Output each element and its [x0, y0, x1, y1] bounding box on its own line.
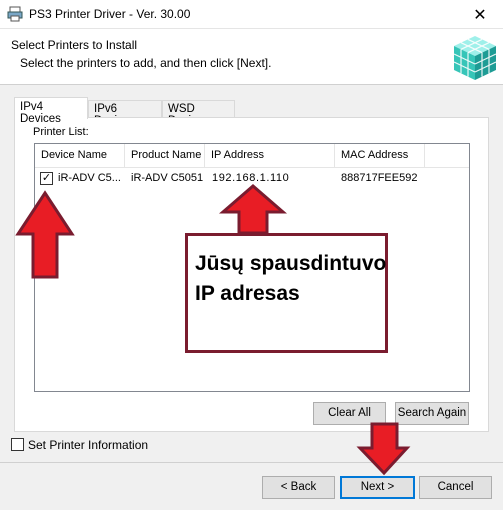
cancel-button[interactable]: Cancel — [419, 476, 492, 499]
printer-list-label: Printer List: — [33, 126, 89, 138]
product-name-cell: iR-ADV C5051 — [131, 172, 204, 184]
footer-divider — [0, 462, 503, 463]
set-printer-information-label: Set Printer Information — [28, 438, 149, 452]
device-name-cell: iR-ADV C5... — [58, 172, 121, 184]
clear-all-button[interactable]: Clear All — [313, 402, 386, 425]
window-title: PS3 Printer Driver - Ver. 30.00 — [29, 7, 191, 21]
mac-address-cell: 888717FEE592 — [341, 172, 418, 184]
next-button[interactable]: Next > — [340, 476, 415, 499]
tab-ipv6-devices[interactable]: IPv6 Devices — [88, 100, 162, 127]
cube-logo-icon — [453, 36, 497, 80]
close-button[interactable]: ✕ — [457, 0, 503, 29]
check-icon: ✓ — [41, 172, 52, 184]
search-again-button[interactable]: Search Again — [395, 402, 469, 425]
page-subtitle: Select the printers to add, and then cli… — [20, 56, 272, 70]
column-ip-address[interactable]: IP Address — [205, 144, 335, 168]
ip-address-cell: 192.168.1.110 — [212, 172, 290, 184]
ip-address-callout: Jūsų spausdintuvo IP adresas — [185, 233, 388, 353]
printer-icon — [7, 6, 23, 22]
set-printer-information-checkbox[interactable] — [11, 438, 24, 451]
column-device-name[interactable]: Device Name — [35, 144, 125, 168]
column-mac-address[interactable]: MAC Address — [335, 144, 425, 168]
back-button[interactable]: < Back — [262, 476, 335, 499]
close-icon: ✕ — [473, 6, 487, 24]
callout-text: Jūsų spausdintuvo IP adresas — [195, 252, 387, 305]
printer-row-checkbox[interactable]: ✓ — [40, 172, 53, 185]
list-header: Device Name Product Name IP Address MAC … — [35, 144, 469, 168]
column-product-name[interactable]: Product Name — [125, 144, 205, 168]
list-item[interactable]: ✓ iR-ADV C5... iR-ADV C5051 192.168.1.11… — [35, 168, 469, 190]
title-bar: PS3 Printer Driver - Ver. 30.00 ✕ — [0, 0, 503, 29]
tab-wsd-devices[interactable]: WSD Devices — [162, 100, 235, 127]
page-title: Select Printers to Install — [11, 38, 138, 52]
wizard-header: Select Printers to Install Select the pr… — [0, 29, 503, 85]
tab-ipv4-devices[interactable]: IPv4 Devices — [14, 97, 88, 125]
